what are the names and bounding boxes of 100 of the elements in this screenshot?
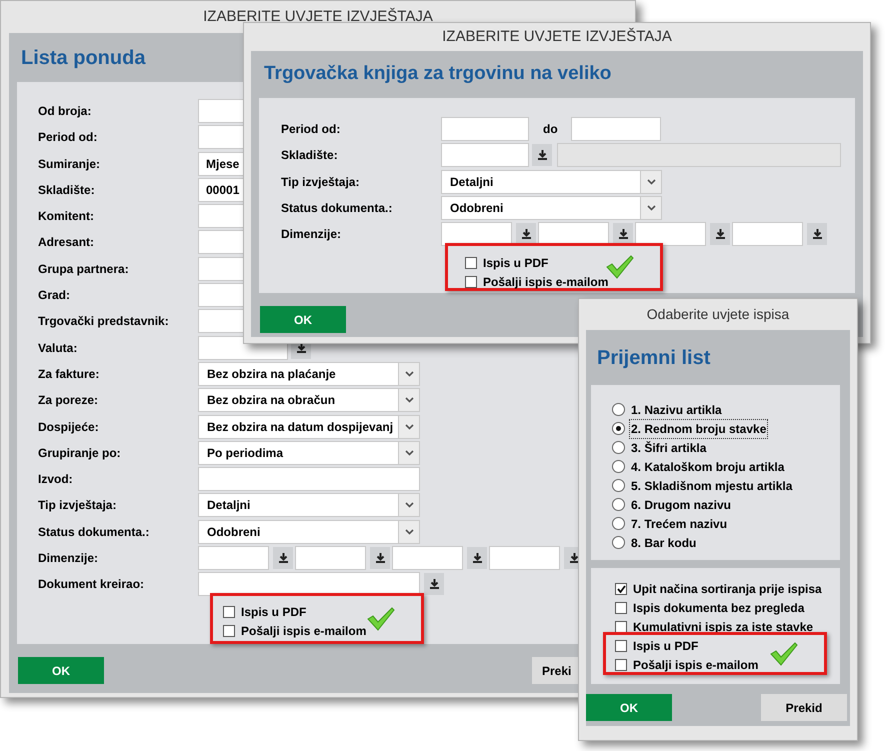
dropdown[interactable]: Po periodima xyxy=(198,440,420,465)
cancel-button[interactable]: Prekid xyxy=(761,694,847,721)
radio-button[interactable] xyxy=(612,403,625,416)
dropdown[interactable]: Bez obzira na obračun xyxy=(198,388,420,412)
dropdown[interactable]: Bez obzira na datum dospijevanj xyxy=(198,414,420,439)
lookup-button[interactable] xyxy=(273,547,293,570)
field-label: Grupa partnera: xyxy=(38,260,130,278)
field-label: Dimenzije: xyxy=(38,550,100,568)
lookup-button[interactable] xyxy=(710,223,730,245)
field-label: do xyxy=(543,121,559,138)
field-label: Dimenzije: xyxy=(281,226,342,243)
checkbox[interactable] xyxy=(223,606,235,618)
field-label: Komitent: xyxy=(38,208,95,226)
download-icon xyxy=(278,553,288,564)
checkmark-icon xyxy=(770,642,798,666)
radio-button[interactable] xyxy=(612,441,625,454)
checkbox[interactable] xyxy=(223,624,235,637)
checkbox-label: Ispis u PDF xyxy=(483,254,548,272)
lookup-button[interactable] xyxy=(807,223,827,245)
checkbox[interactable] xyxy=(615,640,627,652)
checkbox[interactable] xyxy=(465,256,477,268)
chevron-down-icon xyxy=(404,424,414,430)
text-field[interactable] xyxy=(441,143,529,168)
checkbox-label: Pošalji ispis e-mailom xyxy=(483,274,608,290)
download-icon xyxy=(522,229,530,239)
ok-button[interactable]: OK xyxy=(260,306,346,333)
field-label: Adresant: xyxy=(38,234,96,252)
field-label: Status dokumenta.: xyxy=(281,200,394,217)
radio-button[interactable] xyxy=(612,498,625,511)
radio-label: 8. Bar kodu xyxy=(630,534,698,552)
radio-label: 6. Drugom nazivu xyxy=(630,496,732,514)
dropdown[interactable]: Detaljni xyxy=(198,493,420,518)
lookup-button[interactable] xyxy=(532,144,552,166)
dropdown[interactable]: Detaljni xyxy=(441,170,662,194)
checkbox[interactable] xyxy=(615,582,627,594)
field-label: Grupiranje po: xyxy=(38,444,122,462)
download-icon xyxy=(472,553,482,564)
dialog-heading: Prijemni list xyxy=(597,346,710,370)
checkbox[interactable] xyxy=(615,658,627,670)
download-icon xyxy=(538,150,546,160)
text-field[interactable] xyxy=(441,117,529,141)
field-label: Za fakture: xyxy=(38,366,100,383)
field-label: Dospijeće: xyxy=(38,418,100,436)
chevron-down-icon xyxy=(646,178,656,184)
lookup-button[interactable] xyxy=(613,223,633,245)
text-field[interactable] xyxy=(635,222,706,246)
download-icon xyxy=(376,553,384,564)
text-field[interactable] xyxy=(489,546,560,570)
text-field[interactable] xyxy=(571,117,661,141)
download-icon xyxy=(812,229,822,239)
text-field[interactable] xyxy=(295,546,366,570)
lookup-button[interactable] xyxy=(516,223,536,245)
radio-button[interactable] xyxy=(612,536,625,549)
download-icon xyxy=(618,229,628,239)
dropdown[interactable]: Odobreni xyxy=(198,520,420,544)
check-icon xyxy=(616,584,626,592)
checkbox-label: Ispis u PDF xyxy=(633,638,698,654)
field-label: Sumiranje: xyxy=(38,156,102,173)
lookup-button[interactable] xyxy=(370,547,390,570)
field-label: Skladište: xyxy=(281,147,339,164)
radio-label: 3. Šifri artikla xyxy=(630,440,708,456)
field-label: Trgovački predstavnik: xyxy=(38,313,170,330)
radio-button[interactable] xyxy=(612,422,625,435)
chevron-down-icon xyxy=(404,528,414,535)
checkmark-icon xyxy=(606,255,634,279)
lookup-button[interactable] xyxy=(424,573,444,596)
chevron-down-icon xyxy=(646,204,656,211)
chevron-down-icon xyxy=(404,397,414,404)
checkbox[interactable] xyxy=(615,620,627,632)
field-label: Period od: xyxy=(281,121,342,138)
text-field[interactable] xyxy=(392,546,463,570)
radio-button[interactable] xyxy=(612,479,625,492)
checkbox[interactable] xyxy=(465,276,477,288)
download-icon xyxy=(716,229,724,239)
checkbox-label: Ispis dokumenta bez pregleda xyxy=(633,600,804,616)
field-label: Skladište: xyxy=(38,182,96,199)
ok-button[interactable]: OK xyxy=(586,694,672,721)
field-label: Tip izvještaja: xyxy=(281,174,360,190)
chevron-down-icon xyxy=(404,450,414,456)
radio-label: 1. Nazivu artikla xyxy=(630,402,723,418)
field-label: Dokument kreirao: xyxy=(38,576,146,594)
text-field[interactable] xyxy=(198,546,269,570)
radio-button[interactable] xyxy=(612,517,625,530)
radio-button[interactable] xyxy=(612,460,625,473)
dialog-heading: Lista ponuda xyxy=(21,46,146,70)
radio-label: 2. Rednom broju stavke xyxy=(630,420,768,438)
window-title: IZABERITE UVJETE IZVJEŠTAJA xyxy=(442,26,672,47)
checkmark-icon xyxy=(367,606,395,631)
lookup-button[interactable] xyxy=(467,547,487,570)
dialog-heading: Trgovačka knjiga za trgovinu na veliko xyxy=(264,62,612,86)
download-icon xyxy=(430,579,438,590)
text-field[interactable] xyxy=(732,222,803,246)
checkbox-label: Kumulativni ispis za iste stavke xyxy=(633,618,814,636)
text-field[interactable] xyxy=(198,467,420,492)
download-icon xyxy=(570,553,578,564)
window-title: IZABERITE UVJETE IZVJEŠTAJA xyxy=(203,6,433,27)
dropdown[interactable]: Odobreni xyxy=(441,196,662,220)
ok-button[interactable]: OK xyxy=(18,657,104,684)
dropdown[interactable]: Bez obzira na plaćanje xyxy=(198,362,420,386)
checkbox[interactable] xyxy=(615,602,627,614)
